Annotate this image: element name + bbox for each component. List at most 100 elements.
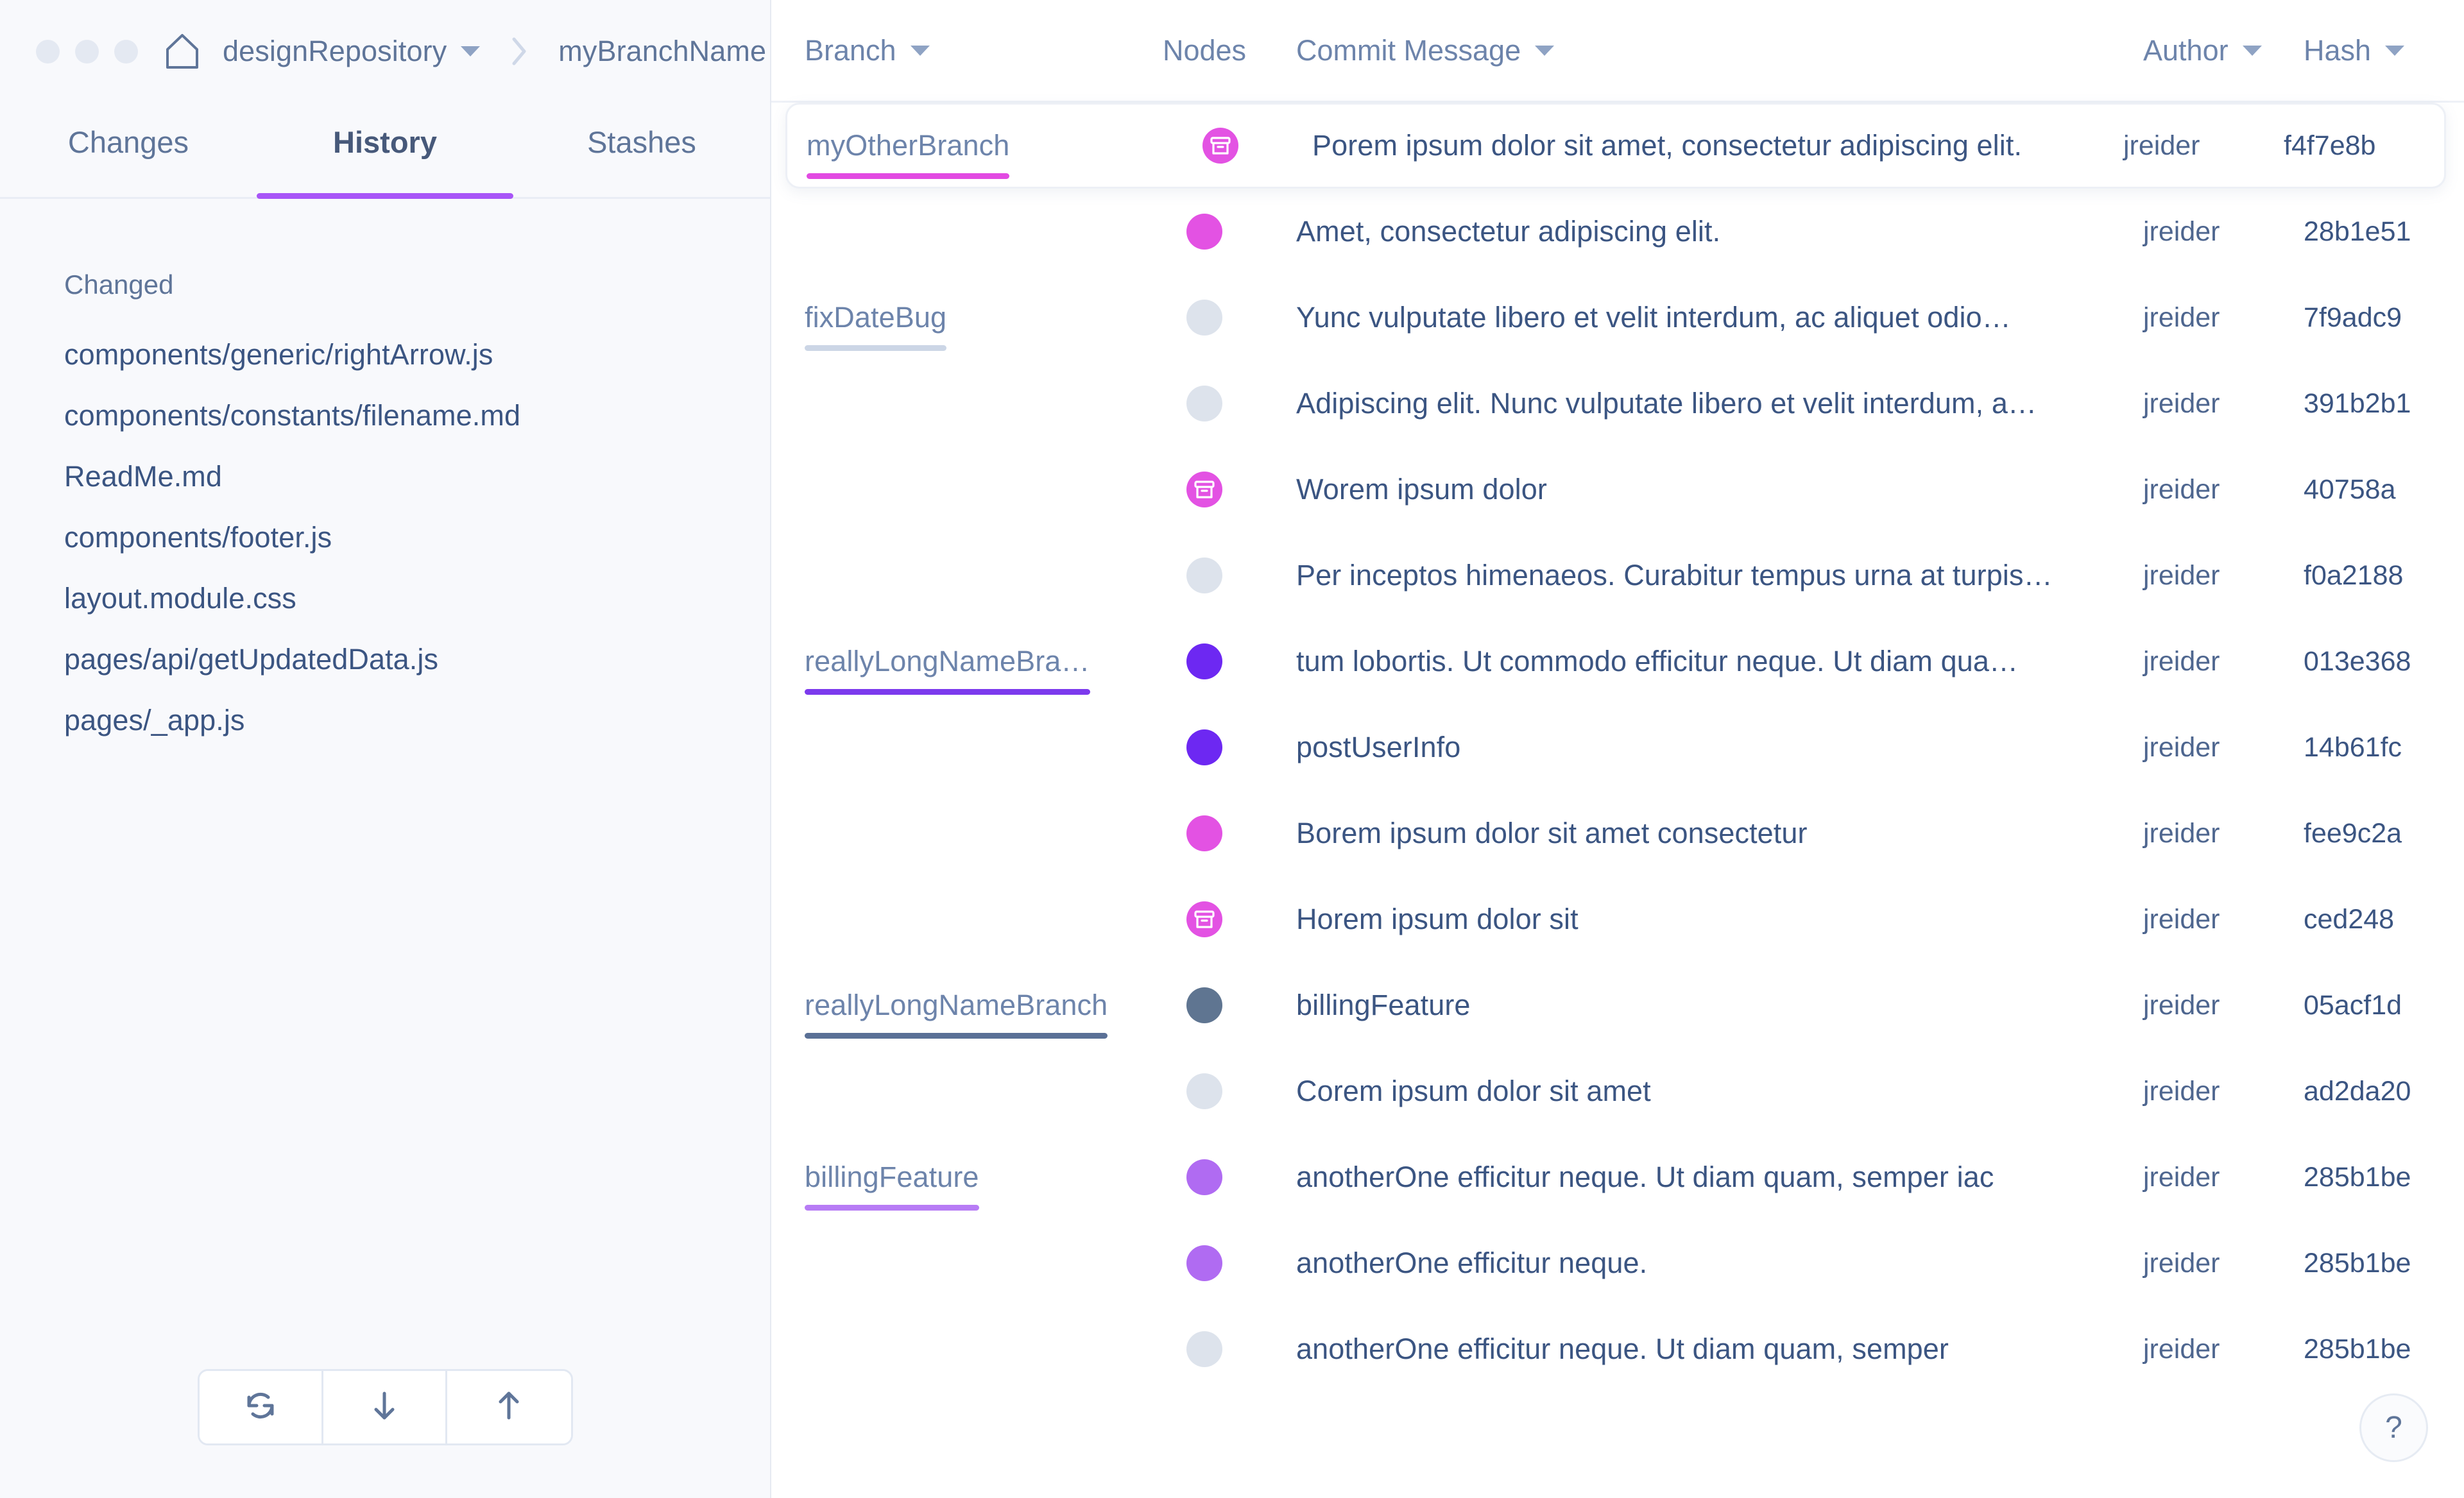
list-item[interactable]: components/footer.js <box>64 523 770 552</box>
column-header-hash[interactable]: Hash <box>2304 34 2464 67</box>
cell-hash: 013e368 <box>2304 645 2411 677</box>
tab-history[interactable]: History <box>257 103 513 197</box>
breadcrumb: designRepository myBranchName <box>223 35 800 68</box>
minimize-window-icon[interactable] <box>75 39 99 64</box>
branch-chip[interactable]: reallyLongNameBra… <box>805 645 1090 695</box>
cell-commit-message: Amet, consectetur adipiscing elit. <box>1296 215 1721 248</box>
tab-stashes[interactable]: Stashes <box>513 103 770 197</box>
merge-commit-node-icon[interactable] <box>1202 128 1238 164</box>
table-row[interactable]: anotherOne efficitur neque. jreider 285b1b… <box>771 1220 2464 1306</box>
cell-author: jreider <box>2123 130 2200 161</box>
chevron-down-icon[interactable] <box>2385 45 2405 56</box>
list-item[interactable]: components/generic/rightArrow.js <box>64 340 770 369</box>
list-item[interactable]: components/constants/filename.md <box>64 401 770 430</box>
breadcrumb-branch[interactable]: myBranchName <box>558 35 766 68</box>
cell-commit-message: Yunc vulputate libero et velit interdum,… <box>1296 301 2011 334</box>
cell-hash: ced248 <box>2304 903 2395 935</box>
cell-hash: f0a2188 <box>2304 559 2404 591</box>
help-button[interactable]: ? <box>2359 1393 2428 1462</box>
column-header-author[interactable]: Author <box>2143 34 2304 67</box>
cell-commit-message: Worem ipsum dolor <box>1296 473 1547 506</box>
chevron-down-icon[interactable] <box>461 46 481 56</box>
title-bar: designRepository myBranchName <box>0 0 800 103</box>
arrow-down-icon <box>364 1386 404 1429</box>
list-item[interactable]: pages/api/getUpdatedData.js <box>64 645 770 674</box>
table-row[interactable]: postUserInfo jreider 14b61fc <box>771 704 2464 790</box>
column-header-commit-message[interactable]: Commit Message <box>1278 34 2143 67</box>
list-item[interactable]: pages/_app.js <box>64 706 770 735</box>
commit-node-icon[interactable] <box>1186 1245 1222 1281</box>
column-header-nodes-label: Nodes <box>1162 33 1247 67</box>
chevron-down-icon[interactable] <box>2242 45 2262 56</box>
commit-node-icon[interactable] <box>1186 643 1222 679</box>
list-item[interactable]: ReadMe.md <box>64 462 770 491</box>
cell-commit-message: postUserInfo <box>1296 731 1461 763</box>
table-row[interactable]: Adipiscing elit. Nunc vulputate libero e… <box>771 361 2464 447</box>
breadcrumb-repository[interactable]: designRepository <box>223 35 447 68</box>
fetch-button[interactable] <box>199 1371 323 1443</box>
column-header-branch[interactable]: Branch <box>771 34 1131 67</box>
cell-hash: 285b1be <box>2304 1161 2411 1193</box>
close-window-icon[interactable] <box>36 39 60 64</box>
commit-node-icon[interactable] <box>1186 1331 1222 1367</box>
cell-commit-message: Per inceptos himenaeos. Curabitur tempus… <box>1296 559 2053 592</box>
table-row[interactable]: Amet, consectetur adipiscing elit. jreide… <box>771 189 2464 275</box>
home-icon[interactable] <box>165 33 200 70</box>
commit-node-icon[interactable] <box>1186 557 1222 593</box>
cell-commit-message: anotherOne efficitur neque. <box>1296 1247 1648 1279</box>
cell-nodes <box>1131 386 1278 421</box>
table-row[interactable]: Per inceptos himenaeos. Curabitur tempus… <box>771 532 2464 618</box>
commit-node-icon[interactable] <box>1186 1159 1222 1195</box>
cell-hash: 285b1be <box>2304 1333 2411 1365</box>
branch-chip[interactable]: reallyLongNameBranch <box>805 989 1108 1039</box>
app-window: designRepository myBranchName Changes Hi… <box>0 0 2464 1498</box>
column-header-author-label: Author <box>2143 33 2229 67</box>
branch-chip[interactable]: myOtherBranch <box>807 129 1010 179</box>
commit-node-icon[interactable] <box>1186 386 1222 421</box>
commit-node-icon[interactable] <box>1186 729 1222 765</box>
commit-node-icon[interactable] <box>1186 214 1222 250</box>
table-row[interactable]: Corem ipsum dolor sit amet jreider ad2da20 <box>771 1048 2464 1134</box>
list-item[interactable]: layout.module.css <box>64 584 770 613</box>
cell-nodes <box>1131 729 1278 765</box>
maximize-window-icon[interactable] <box>114 39 138 64</box>
table-row[interactable]: Borem ipsum dolor sit amet consectetur jr… <box>771 790 2464 876</box>
column-header-nodes: Nodes <box>1131 34 1278 67</box>
cell-author: jreider <box>2143 559 2220 591</box>
cell-author: jreider <box>2143 302 2220 333</box>
commit-node-icon[interactable] <box>1186 300 1222 336</box>
tab-changes[interactable]: Changes <box>0 103 257 197</box>
cell-author: jreider <box>2143 1161 2220 1193</box>
branch-chip[interactable]: fixDateBug <box>805 301 947 351</box>
table-row[interactable]: fixDateBug Yunc vulputate libero et velit… <box>771 275 2464 361</box>
branch-chip[interactable]: billingFeature <box>805 1161 979 1211</box>
chevron-down-icon[interactable] <box>910 45 930 56</box>
column-header-branch-label: Branch <box>805 33 896 67</box>
cell-nodes <box>1131 1073 1278 1109</box>
branch-color-underline <box>807 173 1010 179</box>
push-button[interactable] <box>447 1371 571 1443</box>
chevron-down-icon[interactable] <box>1535 45 1555 56</box>
table-row[interactable]: myOtherBranch Porem ipsum dolor sit amet,… <box>785 103 2446 189</box>
table-row[interactable]: Worem ipsum dolor jreider 40758a <box>771 447 2464 532</box>
cell-author: jreider <box>2143 1247 2220 1279</box>
commit-node-icon[interactable] <box>1186 815 1222 851</box>
tab-changes-label: Changes <box>67 125 189 159</box>
table-header: Branch Nodes Commit Message Author Hash <box>771 0 2464 103</box>
table-row[interactable]: reallyLongNameBra… tum lobortis. Ut commo… <box>771 618 2464 704</box>
table-row[interactable]: Horem ipsum dolor sit jreider ced248 <box>771 876 2464 962</box>
merge-commit-node-icon[interactable] <box>1186 901 1222 937</box>
commit-node-icon[interactable] <box>1186 987 1222 1023</box>
merge-commit-node-icon[interactable] <box>1186 472 1222 507</box>
cell-branch: reallyLongNameBra… <box>771 645 1131 695</box>
table-row[interactable]: reallyLongNameBranch billingFeature jreide… <box>771 962 2464 1048</box>
cell-commit-message: Borem ipsum dolor sit amet consectetur <box>1296 817 1808 849</box>
commit-node-icon[interactable] <box>1186 1073 1222 1109</box>
cell-author: jreider <box>2143 387 2220 419</box>
pull-button[interactable] <box>323 1371 447 1443</box>
changed-file-list: components/generic/rightArrow.js compone… <box>0 300 770 735</box>
cell-nodes <box>1131 1331 1278 1367</box>
table-row[interactable]: billingFeature anotherOne efficitur neque… <box>771 1134 2464 1220</box>
table-row[interactable]: anotherOne efficitur neque. Ut diam quam… <box>771 1306 2464 1392</box>
window-controls[interactable] <box>36 39 138 64</box>
